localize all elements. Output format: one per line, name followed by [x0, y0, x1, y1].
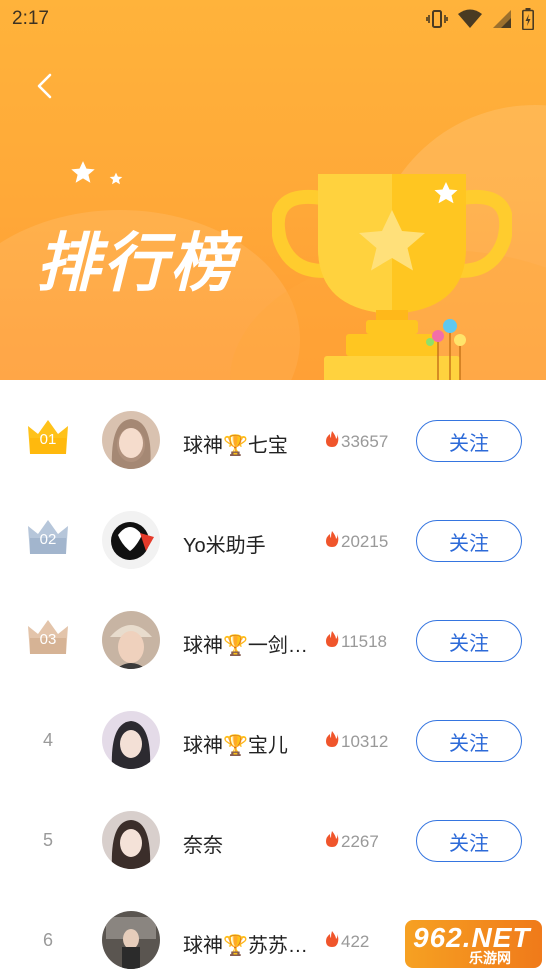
list-item: 5 奈奈 2267 关注 — [0, 780, 546, 880]
avatar[interactable] — [102, 811, 160, 869]
avatar[interactable] — [102, 611, 160, 669]
rank-number: 6 — [42, 930, 53, 950]
signal-icon — [492, 9, 512, 29]
ranking-list: 01 球神🏆七宝 33657 关注 02 Yo米助手 20215 关注 03 球… — [0, 380, 546, 970]
avatar[interactable] — [102, 711, 160, 769]
rank-number: 01 — [39, 431, 57, 448]
user-name: 球神🏆宝儿 — [183, 735, 288, 757]
flame-icon — [325, 730, 339, 753]
heat-score: 10312 — [325, 730, 388, 753]
user-name: Yo米助手 — [183, 535, 266, 557]
avatar[interactable] — [102, 511, 160, 569]
rank-badge-gold: 01 — [26, 418, 70, 454]
user-name: 球神🏆苏苏… — [183, 935, 308, 957]
rank-number: 03 — [39, 631, 57, 648]
flame-icon — [325, 630, 339, 653]
heat-score: 33657 — [325, 430, 388, 453]
status-time: 2:17 — [12, 8, 49, 29]
chevron-left-icon — [35, 72, 53, 105]
user-name: 球神🏆七宝 — [183, 435, 288, 457]
star-icon — [109, 172, 123, 191]
battery-icon — [522, 8, 534, 30]
status-bar: 2:17 — [0, 0, 546, 38]
heat-value: 422 — [341, 931, 370, 951]
list-item: 01 球神🏆七宝 33657 关注 — [0, 380, 546, 480]
follow-button[interactable]: 关注 — [416, 520, 522, 562]
follow-button[interactable]: 关注 — [416, 720, 522, 762]
trophy-icon — [270, 160, 514, 380]
follow-button[interactable]: 关注 — [416, 420, 522, 462]
avatar[interactable] — [102, 911, 160, 969]
rank-badge-silver: 02 — [26, 518, 70, 554]
avatar[interactable] — [102, 411, 160, 469]
flame-icon — [325, 530, 339, 553]
list-item: 02 Yo米助手 20215 关注 — [0, 480, 546, 580]
follow-button[interactable]: 关注 — [416, 620, 522, 662]
user-name: 奈奈 — [183, 835, 223, 857]
watermark-subtext: 乐游网 — [469, 950, 511, 966]
heat-value: 2267 — [341, 831, 379, 851]
heat-value: 33657 — [341, 431, 389, 451]
rank-number: 4 — [42, 730, 53, 750]
flame-icon — [325, 830, 339, 853]
rank-number: 02 — [39, 531, 57, 548]
ranking-header: 2:17 排行榜 — [0, 0, 546, 380]
page-title: 排行榜 — [36, 227, 237, 301]
heat-score: 20215 — [325, 530, 388, 553]
back-button[interactable] — [28, 70, 60, 106]
heat-score: 2267 — [325, 830, 379, 853]
rank-badge-bronze: 03 — [26, 618, 70, 654]
flame-icon — [325, 430, 339, 453]
heat-score: 422 — [325, 930, 369, 953]
heat-score: 11518 — [325, 630, 387, 653]
heat-value: 20215 — [341, 531, 389, 551]
follow-button[interactable]: 关注 — [416, 820, 522, 862]
user-name: 球神🏆一剑… — [183, 635, 308, 657]
flame-icon — [325, 930, 339, 953]
watermark-logo: 962.NET 乐游网 — [405, 920, 542, 968]
vibrate-icon — [426, 9, 448, 29]
heat-value: 11518 — [341, 631, 388, 651]
rank-number: 5 — [42, 830, 53, 850]
list-item: 03 球神🏆一剑… 11518 关注 — [0, 580, 546, 680]
heat-value: 10312 — [341, 731, 389, 751]
list-item: 4 球神🏆宝儿 10312 关注 — [0, 680, 546, 780]
star-icon — [70, 160, 96, 191]
wifi-icon — [458, 9, 482, 29]
